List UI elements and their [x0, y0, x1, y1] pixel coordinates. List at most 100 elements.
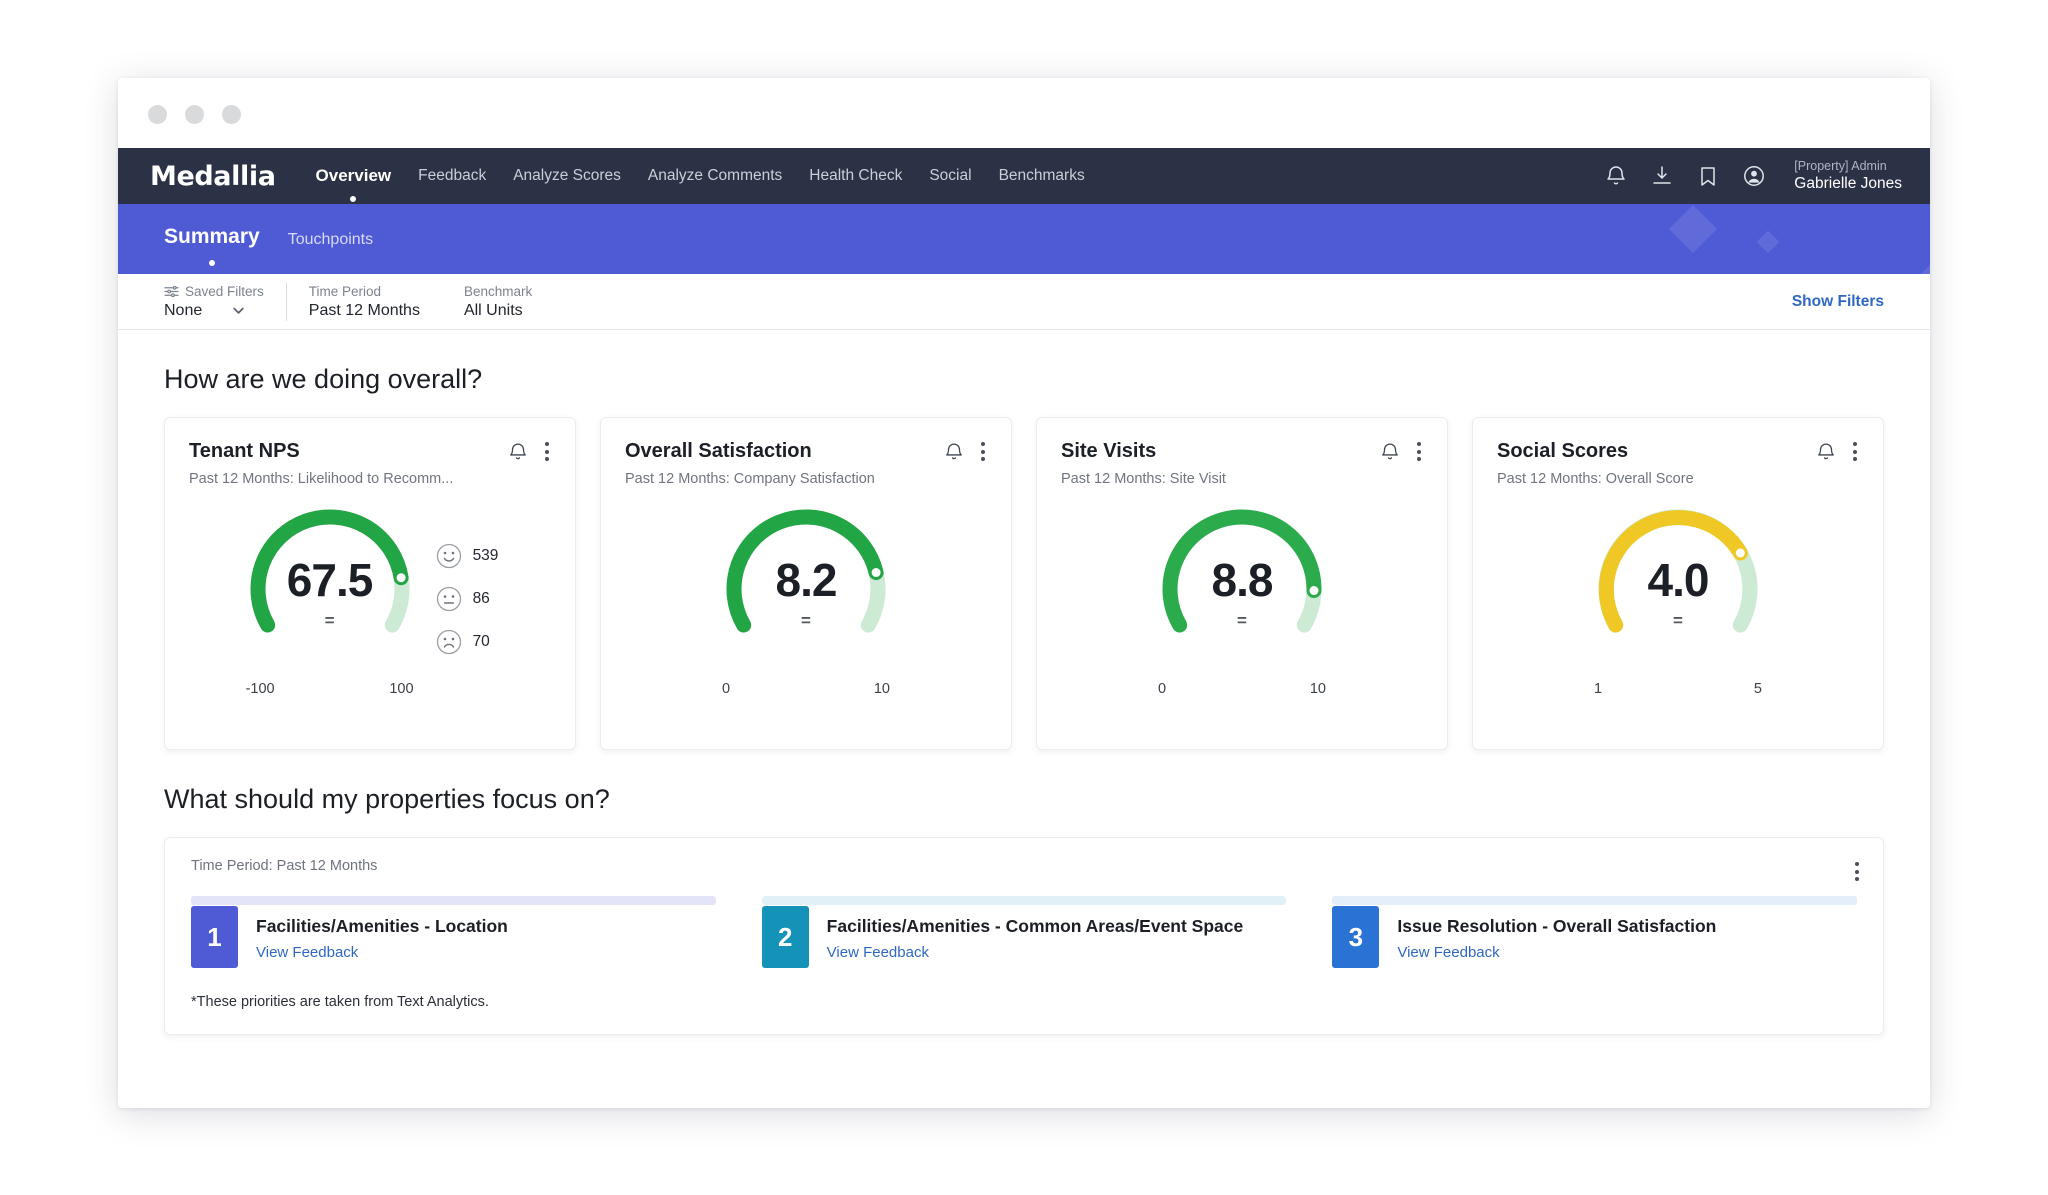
- bell-icon[interactable]: [943, 441, 965, 463]
- chevron-down-icon[interactable]: [232, 304, 245, 317]
- kpi-card-menu-button[interactable]: [1415, 440, 1423, 463]
- priority-inner: 3 Issue Resolution - Overall Satisfactio…: [1332, 906, 1857, 968]
- priorities-card: Time Period: Past 12 Months 1 Facilities…: [164, 837, 1884, 1035]
- benchmark-value: All Units: [463, 301, 523, 319]
- bookmark-icon[interactable]: [1696, 164, 1720, 188]
- filter-bar: Saved Filters None Time Period Past 12 M…: [118, 274, 1930, 330]
- summary-tabs: Summary Touchpoints: [164, 225, 373, 253]
- priorities-menu-button[interactable]: [1853, 860, 1861, 883]
- tab-touchpoints[interactable]: Touchpoints: [288, 231, 373, 253]
- kpi-card-header: Tenant NPS: [189, 440, 551, 463]
- gauge-max-label: 10: [1309, 681, 1326, 697]
- kpi-card-menu-button[interactable]: [1851, 440, 1859, 463]
- nav-item-overview[interactable]: Overview: [316, 162, 392, 190]
- kpi-card-actions: [943, 440, 987, 463]
- benchmark-group[interactable]: Benchmark All Units: [442, 284, 554, 320]
- window-controls[interactable]: [148, 105, 241, 124]
- nps-breakdown: 539 86 70: [436, 543, 499, 655]
- gauge-value: 8.8: [1211, 554, 1274, 606]
- main-nav-items: Overview Feedback Analyze Scores Analyze…: [316, 162, 1085, 190]
- priority-view-feedback-link[interactable]: View Feedback: [1397, 944, 1499, 961]
- section-title-focus: What should my properties focus on?: [164, 784, 610, 814]
- gauge-min-label: 0: [1158, 681, 1167, 697]
- gauge-value: 8.2: [775, 554, 838, 606]
- priority-item: 3 Issue Resolution - Overall Satisfactio…: [1332, 896, 1858, 968]
- priority-text: Facilities/Amenities - Common Areas/Even…: [827, 906, 1244, 962]
- show-filters-link[interactable]: Show Filters: [1792, 293, 1884, 311]
- priority-view-feedback-link[interactable]: View Feedback: [256, 944, 358, 961]
- nps-breakdown-value: 70: [472, 633, 490, 650]
- saved-filters-group[interactable]: Saved Filters None: [164, 282, 287, 321]
- nav-right-cluster: [Property] Admin Gabrielle Jones: [1604, 159, 1902, 194]
- window-maximize-dot[interactable]: [222, 105, 241, 124]
- priority-rank-badge: 3: [1332, 906, 1380, 968]
- kpi-card-actions: [507, 440, 551, 463]
- section-tab-band: Summary Touchpoints: [118, 204, 1930, 274]
- time-period-value: Past 12 Months: [308, 301, 420, 319]
- priority-view-feedback-link[interactable]: View Feedback: [827, 944, 929, 961]
- decor-diamond-4: [1908, 254, 1930, 274]
- gauge-chart: 4.0 = 1 5: [1590, 501, 1766, 697]
- kpi-card-subtitle: Past 12 Months: Site Visit: [1061, 471, 1226, 487]
- time-period-group[interactable]: Time Period Past 12 Months: [287, 284, 442, 320]
- decor-diamond-2: [1756, 230, 1780, 254]
- nps-breakdown-value: 539: [472, 547, 499, 564]
- kpi-card-title: Site Visits: [1061, 440, 1157, 462]
- priorities-list: 1 Facilities/Amenities - Location View F…: [191, 896, 1858, 968]
- kpi-card-subtitle: Past 12 Months: Company Satisfaction: [625, 471, 875, 487]
- gauge-scale: 0 10: [1154, 681, 1330, 697]
- kpi-card-header: Overall Satisfaction: [625, 440, 987, 463]
- bell-icon[interactable]: [1379, 441, 1401, 463]
- gauge-scale: 1 5: [1590, 681, 1766, 697]
- smiley-sad-icon: [436, 629, 461, 655]
- gauge-comparison: =: [1673, 611, 1683, 630]
- account-icon[interactable]: [1742, 164, 1766, 188]
- gauge-scale: -100 100: [242, 681, 418, 697]
- gauge-chart: 8.8 = 0 10: [1154, 501, 1330, 697]
- dashboard-content: How are we doing overall? Tenant NPS Pas…: [118, 330, 1930, 1035]
- window-minimize-dot[interactable]: [185, 105, 204, 124]
- priority-name: Facilities/Amenities - Location: [256, 916, 508, 936]
- medallia-logo[interactable]: Medallia: [150, 161, 276, 192]
- bell-icon[interactable]: [1815, 441, 1837, 463]
- kpi-card-row: Tenant NPS Past 12 Months: Likelihood to…: [164, 417, 1884, 750]
- filter-sliders-icon: [164, 285, 179, 297]
- nav-item-health-check[interactable]: Health Check: [809, 163, 902, 189]
- kpi-card-menu-button[interactable]: [979, 440, 987, 463]
- bell-icon[interactable]: [1604, 164, 1628, 188]
- nav-item-analyze-comments[interactable]: Analyze Comments: [648, 163, 782, 189]
- priority-rank-badge: 1: [191, 906, 238, 968]
- tab-summary[interactable]: Summary: [164, 225, 260, 253]
- kpi-card-actions: [1379, 440, 1423, 463]
- gauge-value: 4.0: [1647, 554, 1710, 606]
- nav-item-analyze-scores[interactable]: Analyze Scores: [513, 163, 621, 189]
- nps-breakdown-row: 539: [436, 543, 499, 569]
- kpi-card-header: Site Visits: [1061, 440, 1423, 463]
- kpi-card-subtitle: Past 12 Months: Likelihood to Recomm...: [189, 471, 454, 487]
- user-info[interactable]: [Property] Admin Gabrielle Jones: [1794, 159, 1902, 194]
- gauge-min-label: -100: [245, 681, 275, 697]
- window-close-dot[interactable]: [148, 105, 167, 124]
- priority-rank-bar: [761, 896, 1287, 905]
- nav-item-social[interactable]: Social: [929, 163, 971, 189]
- kpi-card-subtitle: Past 12 Months: Overall Score: [1497, 471, 1694, 487]
- decor-diamond-1: [1668, 204, 1718, 254]
- priorities-note: *These priorities are taken from Text An…: [191, 994, 489, 1010]
- time-period-label: Time Period: [308, 283, 382, 299]
- nav-item-benchmarks[interactable]: Benchmarks: [999, 163, 1085, 189]
- nps-breakdown-value: 86: [472, 590, 490, 607]
- kpi-card: Social Scores Past 12 Months: Overall Sc…: [1472, 417, 1884, 750]
- section-title-overall: How are we doing overall?: [164, 364, 483, 394]
- kpi-card: Site Visits Past 12 Months: Site Visit 8…: [1036, 417, 1448, 750]
- gauge-comparison: =: [1237, 611, 1247, 630]
- bell-icon[interactable]: [507, 441, 529, 463]
- kpi-card: Tenant NPS Past 12 Months: Likelihood to…: [164, 417, 576, 750]
- saved-filters-value-row[interactable]: None: [164, 302, 264, 320]
- gauge-comparison: =: [324, 611, 335, 630]
- kpi-card-menu-button[interactable]: [543, 440, 551, 463]
- download-icon[interactable]: [1650, 164, 1674, 188]
- priority-inner: 1 Facilities/Amenities - Location View F…: [191, 906, 716, 968]
- screen: Medallia Overview Feedback Analyze Score…: [0, 0, 2048, 1195]
- nav-item-feedback[interactable]: Feedback: [418, 163, 486, 189]
- kpi-card-title: Social Scores: [1497, 440, 1629, 462]
